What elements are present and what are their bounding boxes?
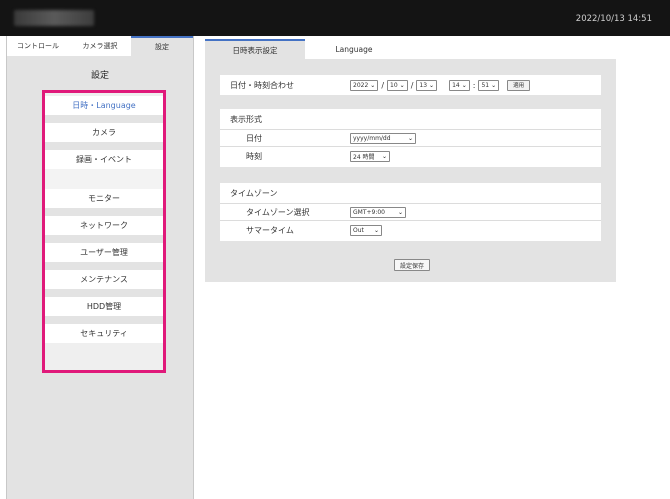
month-value: 10: [390, 81, 398, 89]
tab-datetime-display[interactable]: 日時表示設定: [205, 39, 305, 59]
timezone-value: GMT+9:00: [353, 208, 385, 216]
apply-button[interactable]: 適用: [507, 79, 531, 91]
daylight-saving-value: Out: [353, 226, 364, 234]
time-separator: :: [472, 80, 476, 90]
minute-select[interactable]: 51 ⌄: [478, 79, 500, 91]
date-format-label: 日付: [246, 133, 262, 143]
tab-settings[interactable]: 設定: [131, 36, 193, 56]
timezone-control: GMT+9:00 ⌄: [350, 206, 406, 218]
menu-item-datetime-language[interactable]: 日時・Language: [45, 96, 163, 115]
tab-camera-select[interactable]: カメラ選択: [69, 36, 131, 56]
date-format-control: yyyy/mm/dd ⌄: [350, 132, 416, 144]
menu-item-camera[interactable]: カメラ: [45, 123, 163, 142]
timezone-section: タイムゾーン タイムゾーン選択 GMT+9:00 ⌄ サマータイム Out ⌄: [220, 183, 601, 241]
menu-item-monitor[interactable]: モニター: [45, 189, 163, 208]
day-value: 13: [419, 81, 428, 89]
blurred-logo: [14, 10, 94, 26]
menu-item-user-management[interactable]: ユーザー管理: [45, 243, 163, 262]
menu-separator: [45, 208, 163, 216]
tab-language[interactable]: Language: [305, 39, 403, 59]
display-format-heading-row: 表示形式: [220, 110, 601, 128]
hour-select[interactable]: 14 ⌄: [449, 79, 470, 91]
year-select[interactable]: 2022 ⌄: [350, 79, 379, 91]
datetime-adjust-label: 日付・時刻合わせ: [230, 80, 294, 90]
chevron-down-icon: ⌄: [381, 152, 387, 160]
left-panel: コントロール カメラ選択 設定 設定 日時・Language カメラ 録画・イベ…: [6, 36, 194, 499]
date-format-row: 日付 yyyy/mm/dd ⌄: [220, 129, 601, 147]
daylight-saving-control: Out ⌄: [350, 224, 382, 236]
save-settings-button[interactable]: 設定保存: [394, 259, 430, 271]
timezone-select-row: タイムゾーン選択 GMT+9:00 ⌄: [220, 203, 601, 221]
chevron-down-icon: ⌄: [370, 81, 376, 89]
datetime-adjust-controls: 2022 ⌄ / 10 ⌄ / 13 ⌄ 14 ⌄ : 51 ⌄ 適用: [350, 79, 531, 91]
time-format-label: 時刻: [246, 151, 262, 161]
date-separator: /: [381, 80, 385, 90]
display-format-heading: 表示形式: [230, 114, 262, 124]
time-format-select[interactable]: 24 時間 ⌄: [350, 150, 390, 162]
daylight-saving-select[interactable]: Out ⌄: [350, 224, 382, 236]
display-format-section: 表示形式 日付 yyyy/mm/dd ⌄ 時刻 24 時間 ⌄: [220, 109, 601, 167]
main-tabs: コントロール カメラ選択 設定: [7, 36, 193, 56]
menu-separator: [45, 142, 163, 150]
current-datetime: 2022/10/13 14:51: [575, 14, 652, 24]
settings-menu-highlight: 日時・Language カメラ 録画・イベント モニター ネットワーク ユーザー…: [42, 90, 166, 373]
daylight-saving-label: サマータイム: [246, 225, 294, 235]
date-separator: /: [410, 80, 414, 90]
menu-item-security[interactable]: セキュリティ: [45, 324, 163, 343]
menu-spacer: [45, 169, 163, 189]
month-select[interactable]: 10 ⌄: [387, 79, 408, 91]
settings-menu-area: 設定 日時・Language カメラ 録画・イベント モニター ネットワーク ユ…: [7, 56, 193, 499]
menu-item-hdd-management[interactable]: HDD管理: [45, 297, 163, 316]
year-value: 2022: [353, 81, 369, 89]
menu-separator: [45, 235, 163, 243]
menu-separator: [45, 115, 163, 123]
date-format-value: yyyy/mm/dd: [353, 134, 391, 142]
date-format-select[interactable]: yyyy/mm/dd ⌄: [350, 132, 416, 144]
top-bar: 2022/10/13 14:51: [0, 0, 670, 36]
time-format-control: 24 時間 ⌄: [350, 150, 390, 162]
day-select[interactable]: 13 ⌄: [416, 79, 438, 91]
menu-separator: [45, 262, 163, 270]
chevron-down-icon: ⌄: [397, 208, 403, 216]
timezone-select-label: タイムゾーン選択: [246, 207, 310, 217]
content-tabs: 日時表示設定 Language: [205, 39, 403, 59]
chevron-down-icon: ⌄: [461, 81, 467, 89]
minute-value: 51: [481, 81, 490, 89]
timezone-heading-row: タイムゾーン: [220, 184, 601, 202]
menu-item-network[interactable]: ネットワーク: [45, 216, 163, 235]
content-panel: 日付・時刻合わせ 2022 ⌄ / 10 ⌄ / 13 ⌄ 14 ⌄ : 51 ⌄ 適用 …: [205, 59, 616, 282]
menu-separator: [45, 289, 163, 297]
tab-control[interactable]: コントロール: [7, 36, 69, 56]
chevron-down-icon: ⌄: [399, 81, 405, 89]
menu-title: 設定: [90, 71, 109, 81]
chevron-down-icon: ⌄: [429, 81, 435, 89]
time-format-row: 時刻 24 時間 ⌄: [220, 147, 601, 165]
timezone-select[interactable]: GMT+9:00 ⌄: [350, 206, 406, 218]
hour-value: 14: [452, 81, 460, 89]
menu-item-maintenance[interactable]: メンテナンス: [45, 270, 163, 289]
daylight-saving-row: サマータイム Out ⌄: [220, 221, 601, 239]
chevron-down-icon: ⌄: [407, 134, 413, 142]
timezone-heading: タイムゾーン: [230, 188, 278, 198]
chevron-down-icon: ⌄: [373, 226, 379, 234]
menu-item-recording-event[interactable]: 録画・イベント: [45, 150, 163, 169]
datetime-adjust-section: 日付・時刻合わせ 2022 ⌄ / 10 ⌄ / 13 ⌄ 14 ⌄ : 51 ⌄ 適用: [220, 75, 601, 95]
datetime-adjust-row: 日付・時刻合わせ 2022 ⌄ / 10 ⌄ / 13 ⌄ 14 ⌄ : 51 ⌄ 適用: [220, 76, 601, 94]
chevron-down-icon: ⌄: [491, 81, 497, 89]
time-format-value: 24 時間: [353, 153, 375, 161]
menu-separator: [45, 316, 163, 324]
